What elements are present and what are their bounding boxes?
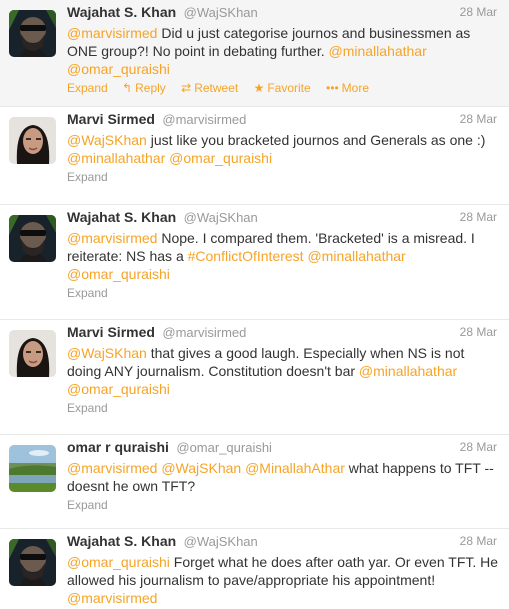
avatar[interactable] [9,330,56,377]
mention-link[interactable]: @minallahathar [307,248,405,264]
tweet-timestamp[interactable]: 28 Mar [460,325,497,339]
tweet-fullname[interactable]: Marvi Sirmed [67,324,155,340]
woman-portrait-avatar-icon [9,117,56,164]
tweet-fullname[interactable]: Wajahat S. Khan [67,533,176,549]
favorite-label: Favorite [267,81,311,95]
mention-link[interactable]: @omar_quraishi [169,150,272,166]
retweet-button[interactable]: ⇄ Retweet [181,81,238,95]
favorite-button[interactable]: ★ Favorite [254,81,311,95]
tweet-fullname[interactable]: Wajahat S. Khan [67,4,176,20]
mention-link[interactable]: @WajSKhan [161,460,241,476]
mention-link[interactable]: @omar_quraishi [67,554,170,570]
woman-portrait-avatar-icon [9,330,56,377]
bearded-man-sunglasses-avatar-icon [9,539,56,586]
bearded-man-sunglasses-avatar-icon [9,215,56,262]
expand-link[interactable]: Expand [67,498,108,512]
mention-link[interactable]: @minallahathar [329,43,427,59]
mention-link[interactable]: @MinallahAthar [245,460,345,476]
tweet-actions: Expand [67,168,501,186]
retweet-icon: ⇄ [181,81,192,95]
mention-link[interactable]: @omar_quraishi [67,61,170,77]
bearded-man-sunglasses-avatar-icon [9,10,56,57]
tweet-actions: Expand [67,496,501,514]
tweet-text: @marvisirmed Nope. I compared them. 'Bra… [67,229,501,283]
expand-link[interactable]: Expand [67,401,108,415]
mention-link[interactable]: @WajSKhan [67,132,147,148]
hashtag-link[interactable]: #ConflictOfInterest [188,248,304,264]
tweet-timestamp[interactable]: 28 Mar [460,112,497,126]
mention-link[interactable]: @marvisirmed [67,460,157,476]
more-label: More [341,81,369,95]
mention-link[interactable]: @omar_quraishi [67,381,170,397]
mention-link[interactable]: @marvisirmed [67,230,157,246]
tweet-username[interactable]: @omar_quraishi [176,440,272,455]
tweet-timestamp[interactable]: 28 Mar [460,210,497,224]
reply-label: Reply [135,81,166,95]
retweet-label: Retweet [194,81,239,95]
tweet-timestamp[interactable]: 28 Mar [460,5,497,19]
more-button[interactable]: ••• More [326,81,369,95]
avatar[interactable] [9,10,56,57]
tweet-text: @omar_quraishi Forget what he does after… [67,553,501,607]
tweet-fullname[interactable]: Wajahat S. Khan [67,209,176,225]
avatar[interactable] [9,445,56,492]
tweet-fullname[interactable]: omar r quraishi [67,439,169,455]
tweet-item[interactable]: Wajahat S. Khan @WajSKhan 28 Mar @marvis… [0,0,509,107]
mention-link[interactable]: @marvisirmed [67,590,157,606]
mention-link[interactable]: @marvisirmed [67,25,157,41]
tweet-username[interactable]: @marvisirmed [162,325,246,340]
tweet-text: @WajSKhan just like you bracketed journo… [67,131,501,167]
landscape-avatar-icon [9,445,56,492]
tweet-text: @WajSKhan that gives a good laugh. Espec… [67,344,501,398]
tweet-timeline: Wajahat S. Khan @WajSKhan 28 Mar @marvis… [0,0,509,609]
tweet-actions: Expand [67,399,501,417]
expand-link[interactable]: Expand [67,81,108,95]
avatar[interactable] [9,215,56,262]
tweet-username[interactable]: @WajSKhan [184,210,258,225]
tweet-item[interactable]: Marvi Sirmed @marvisirmed 28 Mar @WajSKh… [0,320,509,435]
avatar[interactable] [9,539,56,586]
tweet-username[interactable]: @WajSKhan [184,5,258,20]
mention-link[interactable]: @WajSKhan [67,345,147,361]
tweet-text-segment: just like you bracketed journos and Gene… [146,132,486,148]
mention-link[interactable]: @minallahathar [67,150,165,166]
expand-link[interactable]: Expand [67,170,108,184]
avatar[interactable] [9,117,56,164]
star-icon: ★ [253,81,265,95]
tweet-text: @marvisirmed Did u just categorise journ… [67,24,501,78]
tweet-fullname[interactable]: Marvi Sirmed [67,111,155,127]
tweet-actions: Expand [67,284,501,302]
tweet-timestamp[interactable]: 28 Mar [460,440,497,454]
reply-button[interactable]: ↰ Reply [122,81,166,95]
tweet-item[interactable]: Wajahat S. Khan @WajSKhan 28 Mar @marvis… [0,205,509,320]
ellipsis-icon: ••• [326,81,339,95]
tweet-item[interactable]: omar r quraishi @omar_quraishi 28 Mar @m… [0,435,509,529]
reply-icon: ↰ [122,81,133,95]
tweet-text: @marvisirmed @WajSKhan @MinallahAthar wh… [67,459,501,495]
tweet-item[interactable]: Marvi Sirmed @marvisirmed 28 Mar @WajSKh… [0,107,509,205]
tweet-username[interactable]: @WajSKhan [184,534,258,549]
tweet-timestamp[interactable]: 28 Mar [460,534,497,548]
expand-link[interactable]: Expand [67,286,108,300]
tweet-actions: Expand ↰ Reply ⇄ Retweet ★ Favorite ••• More [67,79,501,97]
mention-link[interactable]: @minallahathar [359,363,457,379]
tweet-username[interactable]: @marvisirmed [162,112,246,127]
mention-link[interactable]: @omar_quraishi [67,266,170,282]
tweet-item[interactable]: Wajahat S. Khan @WajSKhan 28 Mar @omar_q… [0,529,509,609]
